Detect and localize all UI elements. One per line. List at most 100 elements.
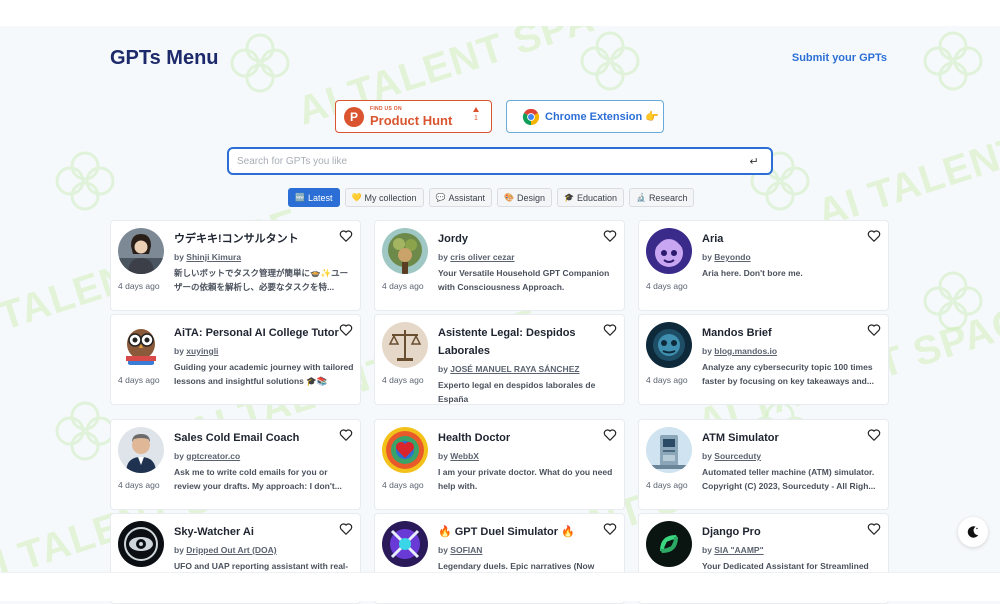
card-author[interactable]: Shinji Kimura xyxy=(186,252,241,262)
by-label: by xyxy=(174,545,184,555)
card-timestamp: 4 days ago xyxy=(382,480,424,490)
card-description: Guiding your academic journey with tailo… xyxy=(174,362,354,386)
card-author[interactable]: Beyondo xyxy=(714,252,750,262)
card-content: Asistente Legal: Despidos Laborales by J… xyxy=(438,324,603,406)
card-author-line: by JOSÉ MANUEL RAYA SÁNCHEZ xyxy=(438,360,603,378)
card-author[interactable]: Sourceduty xyxy=(714,451,761,461)
vote-count: 1 xyxy=(474,115,478,122)
card-author[interactable]: JOSÉ MANUEL RAYA SÁNCHEZ xyxy=(450,364,579,374)
favorite-heart-icon[interactable] xyxy=(603,323,617,337)
chrome-extension-button[interactable]: Chrome Extension 👉 xyxy=(506,100,664,133)
tab-latest[interactable]: 🆕 Latest xyxy=(288,188,340,207)
clover-watermark-icon xyxy=(923,271,983,331)
tab-design[interactable]: 🎨 Design xyxy=(496,188,552,207)
card-author[interactable]: xuyingli xyxy=(186,346,218,356)
site-logo[interactable]: GPTs Menu xyxy=(110,47,219,70)
by-label: by xyxy=(438,364,448,374)
card-content: Jordy by cris oliver cezar Your Versatil… xyxy=(438,230,609,294)
gpt-card[interactable]: 4 days ago ウデキキ!コンサルタント by Shinji Kimura… xyxy=(110,220,361,311)
tab-label: My collection xyxy=(364,192,417,203)
gpt-card[interactable]: 4 days ago ATM Simulator by Sourceduty A… xyxy=(638,419,889,510)
gpt-card[interactable]: 4 days ago AiTA: Personal AI College Tut… xyxy=(110,314,361,405)
card-description: Ask me to write cold emails for you or r… xyxy=(174,467,342,491)
card-author[interactable]: Dripped Out Art (DOA) xyxy=(186,545,276,555)
watermark-text: AI TALENT SPACE xyxy=(812,80,1000,236)
card-author-line: by cris oliver cezar xyxy=(438,248,603,266)
enter-icon[interactable]: ↵ xyxy=(745,155,763,168)
tab-label: Design xyxy=(516,192,545,203)
tab-assistant[interactable]: 💬 Assistant xyxy=(428,188,492,207)
card-title: Mandos Brief xyxy=(702,327,772,339)
gpt-avatar xyxy=(646,521,692,567)
dark-mode-toggle[interactable] xyxy=(958,517,988,547)
tab-education[interactable]: 🎓 Education xyxy=(556,188,624,207)
gpt-avatar xyxy=(646,228,692,274)
tab-label: Assistant xyxy=(448,192,485,203)
product-hunt-name: Product Hunt xyxy=(370,112,453,128)
card-author[interactable]: WebbX xyxy=(450,451,479,461)
gpt-card[interactable]: 4 days ago Aria by Beyondo Aria here. Do… xyxy=(638,220,889,311)
pointing-hand-icon: 👉 xyxy=(645,111,659,123)
tab-research[interactable]: 🔬 Research xyxy=(628,188,695,207)
card-description: Aria here. Don't bore me. xyxy=(702,268,803,278)
card-timestamp: 4 days ago xyxy=(382,281,424,291)
favorite-heart-icon[interactable] xyxy=(339,229,353,243)
gpt-card[interactable]: 4 days ago Health Doctor by WebbX I am y… xyxy=(374,419,625,510)
favorite-heart-icon[interactable] xyxy=(867,522,881,536)
tab-my-collection[interactable]: 💛 My collection xyxy=(344,188,424,207)
card-author[interactable]: SOFIAN xyxy=(450,545,482,555)
by-label: by xyxy=(174,252,184,262)
gpt-card[interactable]: 4 days ago Mandos Brief by blog.mandos.i… xyxy=(638,314,889,405)
microscope-icon: 🔬 xyxy=(635,193,646,202)
card-title: Jordy xyxy=(438,233,468,245)
gpt-card[interactable]: 4 days ago Jordy by cris oliver cezar Yo… xyxy=(374,220,625,311)
favorite-heart-icon[interactable] xyxy=(867,428,881,442)
gpt-avatar xyxy=(382,427,428,473)
card-title: Sky-Watcher Ai xyxy=(174,526,254,538)
product-hunt-badge[interactable]: P FIND US ON Product Hunt 1 xyxy=(335,100,492,133)
card-timestamp: 4 days ago xyxy=(382,375,424,385)
card-content: ウデキキ!コンサルタント by Shinji Kimura 新しいボットでタスク… xyxy=(174,230,348,294)
card-author-line: by blog.mandos.io xyxy=(702,342,867,360)
favorite-heart-icon[interactable] xyxy=(603,428,617,442)
favorite-heart-icon[interactable] xyxy=(603,522,617,536)
search-bar: ↵ xyxy=(227,147,773,175)
card-author[interactable]: blog.mandos.io xyxy=(714,346,777,356)
card-author[interactable]: cris oliver cezar xyxy=(450,252,514,262)
clover-watermark-icon xyxy=(923,31,983,91)
card-timestamp: 4 days ago xyxy=(118,375,160,385)
by-label: by xyxy=(702,346,712,356)
card-timestamp: 4 days ago xyxy=(118,480,160,490)
card-description: Your Versatile Household GPT Companion w… xyxy=(438,268,610,292)
search-input[interactable] xyxy=(229,154,745,168)
submit-gpts-link[interactable]: Submit your GPTs xyxy=(792,52,887,64)
favorite-heart-icon[interactable] xyxy=(339,323,353,337)
card-author-line: by Dripped Out Art (DOA) xyxy=(174,541,339,559)
by-label: by xyxy=(702,451,712,461)
tab-label: Education xyxy=(576,192,617,203)
product-hunt-votes: 1 xyxy=(473,107,479,123)
product-hunt-text: FIND US ON Product Hunt xyxy=(370,106,453,128)
card-title: Sales Cold Email Coach xyxy=(174,432,300,444)
card-author[interactable]: gptcreator.co xyxy=(186,451,240,461)
tab-label: Research xyxy=(648,192,688,203)
card-timestamp: 4 days ago xyxy=(646,480,688,490)
gpt-card[interactable]: 4 days ago Sales Cold Email Coach by gpt… xyxy=(110,419,361,510)
upvote-icon xyxy=(473,107,479,112)
gpt-avatar xyxy=(382,228,428,274)
favorite-heart-icon[interactable] xyxy=(867,323,881,337)
gpt-card[interactable]: 4 days ago Asistente Legal: Despidos Lab… xyxy=(374,314,625,405)
favorite-heart-icon[interactable] xyxy=(867,229,881,243)
card-description: Analyze any cybersecurity topic 100 time… xyxy=(702,362,874,386)
favorite-heart-icon[interactable] xyxy=(339,428,353,442)
card-title: AiTA: Personal AI College Tutor xyxy=(174,327,339,339)
card-author[interactable]: SIA "AAMP" xyxy=(714,545,763,555)
favorite-heart-icon[interactable] xyxy=(339,522,353,536)
favorite-heart-icon[interactable] xyxy=(603,229,617,243)
card-content: ATM Simulator by Sourceduty Automated te… xyxy=(702,429,875,493)
card-author-line: by xuyingli xyxy=(174,342,339,360)
card-author-line: by SOFIAN xyxy=(438,541,603,559)
card-title: Aria xyxy=(702,233,724,245)
card-title: ATM Simulator xyxy=(702,432,779,444)
gpt-avatar xyxy=(118,521,164,567)
